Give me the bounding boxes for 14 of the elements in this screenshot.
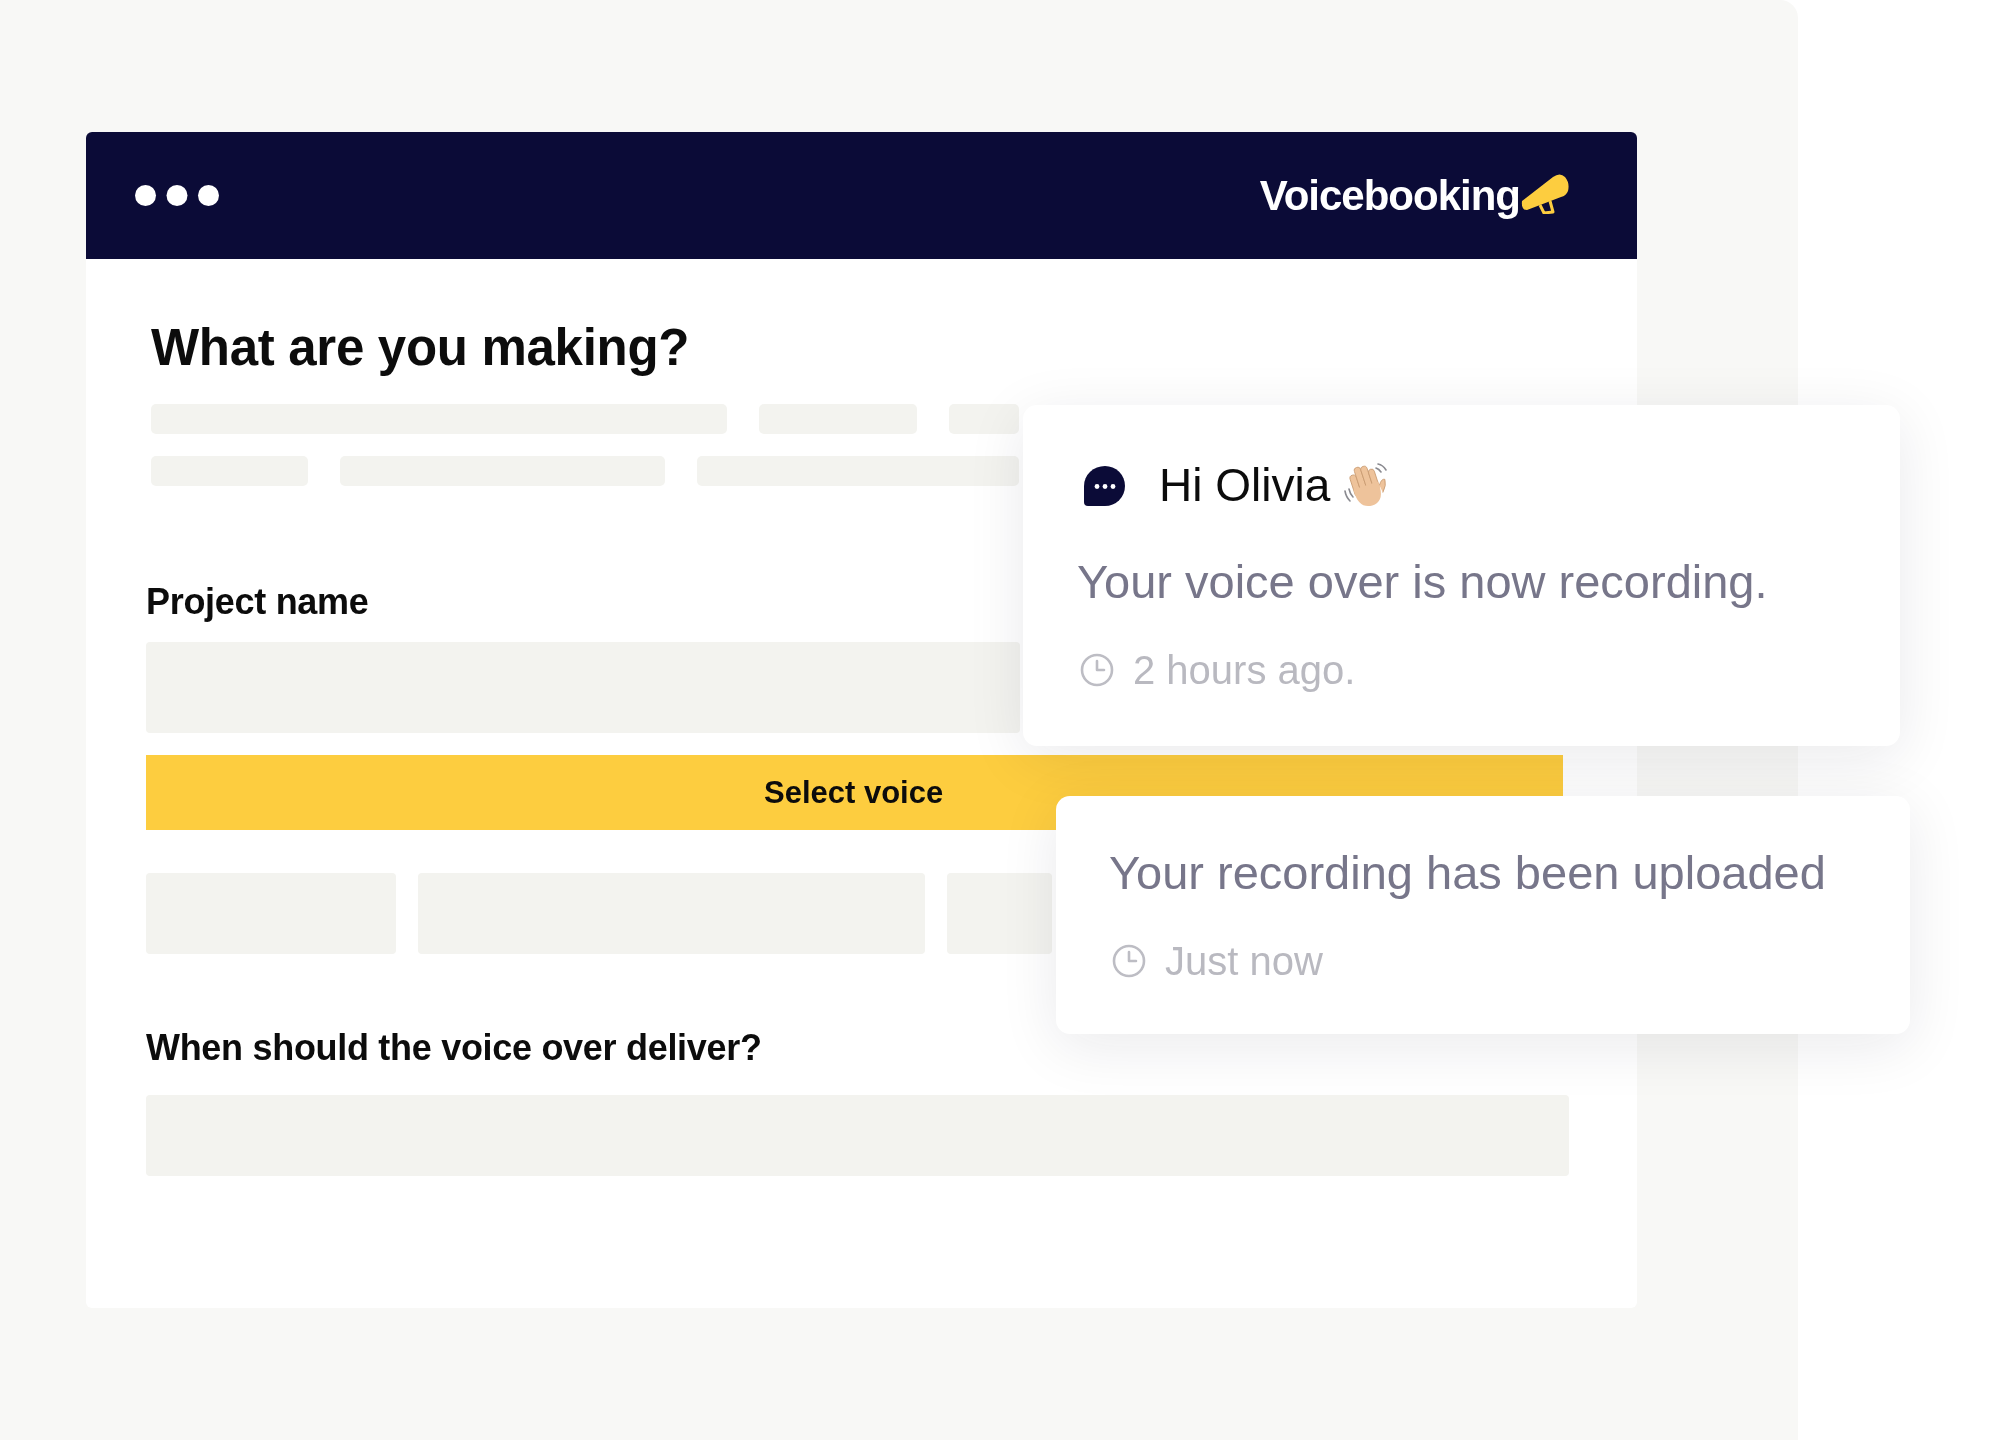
brand-logo-text: Voicebooking bbox=[1259, 170, 1520, 221]
page-title: What are you making? bbox=[151, 318, 690, 378]
chat-bubble-icon bbox=[1083, 464, 1126, 506]
notification-time: 2 hours ago. bbox=[1133, 647, 1356, 694]
window-dots-icon bbox=[135, 185, 219, 206]
notification-message: Your voice over is now recording. bbox=[1077, 554, 1768, 610]
field-label: Project name bbox=[146, 580, 369, 624]
field-label: When should the voice over deliver? bbox=[146, 1026, 762, 1070]
notification-time: Just now bbox=[1165, 938, 1323, 985]
input-field[interactable] bbox=[146, 642, 1020, 733]
notification-message: Your recording has been uploaded bbox=[1109, 845, 1826, 901]
clock-icon bbox=[1080, 653, 1114, 687]
greeting-text: Hi Olivia bbox=[1159, 460, 1331, 510]
clock-icon bbox=[1112, 944, 1146, 978]
